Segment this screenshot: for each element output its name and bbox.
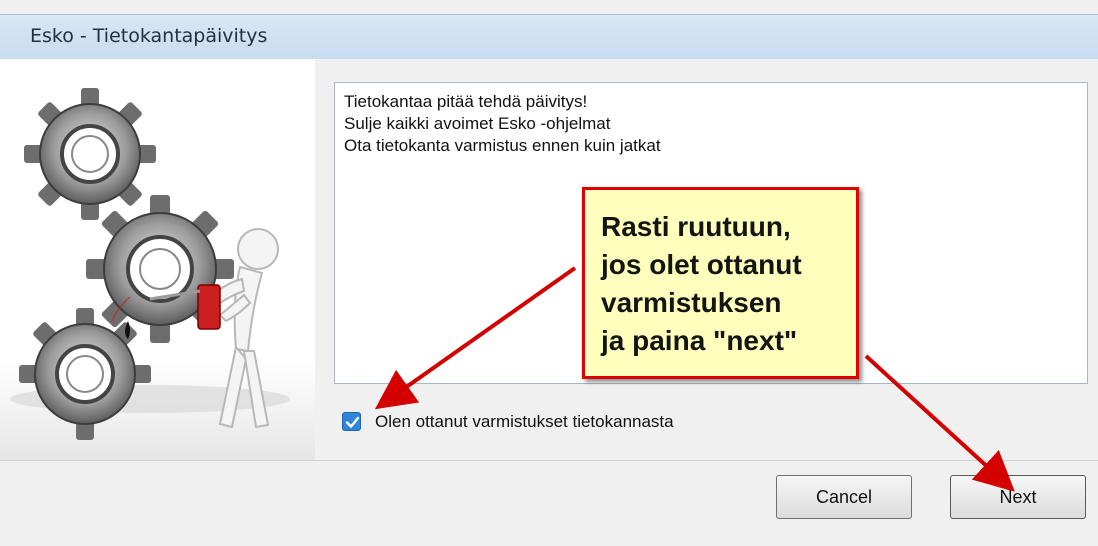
gears-figure-oil-can-illustration	[0, 88, 315, 460]
checkmark-icon	[345, 416, 360, 428]
backup-confirm-label[interactable]: Olen ottanut varmistukset tietokannasta	[375, 412, 674, 432]
callout-line: ja paina "next"	[601, 325, 798, 356]
button-bar	[0, 460, 1098, 546]
illustration-panel	[0, 59, 315, 460]
next-button[interactable]: Next	[950, 475, 1086, 519]
callout-line: jos olet ottanut	[601, 249, 802, 280]
title-bar: Esko - Tietokantapäivitys	[0, 14, 1098, 60]
gear-icon	[24, 88, 156, 220]
message-line: Sulje kaikki avoimet Esko -ohjelmat	[344, 114, 611, 133]
callout-line: Rasti ruutuun,	[601, 211, 791, 242]
cancel-button[interactable]: Cancel	[776, 475, 912, 519]
update-dialog: Esko - Tietokantapäivitys Tietokantaa pi…	[0, 0, 1098, 546]
instruction-callout: Rasti ruutuun, jos olet ottanut varmistu…	[582, 187, 859, 379]
backup-confirm-checkbox[interactable]	[342, 412, 361, 431]
message-line: Tietokantaa pitää tehdä päivitys!	[344, 92, 588, 111]
callout-line: varmistuksen	[601, 287, 782, 318]
message-line: Ota tietokanta varmistus ennen kuin jatk…	[344, 136, 661, 155]
window-title: Esko - Tietokantapäivitys	[30, 25, 268, 47]
